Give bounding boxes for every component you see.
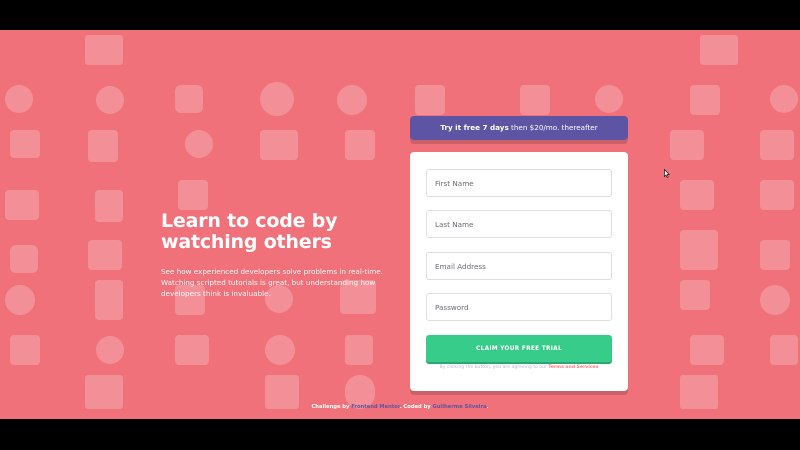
email-field[interactable] — [426, 252, 612, 280]
author-link[interactable]: Guilherme Silveira — [432, 404, 486, 410]
footer-attribution: Challenge by Frontend Mentor. Coded by G… — [0, 404, 800, 410]
claim-trial-button[interactable]: CLAIM YOUR FREE TRIAL — [426, 335, 612, 362]
hero-title: Learn to code by watching others — [161, 210, 338, 253]
footer-middle: . Coded by — [399, 404, 433, 410]
cursor-icon — [664, 169, 670, 178]
hero-section: Learn to code by watching others See how… — [161, 211, 391, 299]
frontend-mentor-link[interactable]: Frontend Mentor — [351, 404, 399, 410]
hero-description: See how experienced developers solve pro… — [161, 267, 383, 298]
background-pattern-icon — [5, 35, 798, 409]
signup-card: CLAIM YOUR FREE TRIAL By clicking the bu… — [410, 152, 628, 391]
terms-note: By clicking the button, you are agreeing… — [410, 365, 628, 370]
footer-suffix: . — [486, 404, 489, 410]
password-field[interactable] — [426, 293, 612, 321]
first-name-field[interactable] — [426, 169, 612, 197]
page-background: Learn to code by watching others See how… — [0, 30, 800, 419]
terms-prefix: By clicking the button, you are agreeing… — [439, 365, 549, 370]
promo-banner: Try it free 7 days then $20/mo. thereaft… — [410, 116, 628, 140]
terms-link[interactable]: Terms and Services — [548, 365, 598, 370]
promo-bold-text: Try it free 7 days — [440, 123, 509, 132]
promo-rest-text: then $20/mo. thereafter — [508, 123, 598, 132]
last-name-field[interactable] — [426, 210, 612, 238]
footer-prefix: Challenge by — [311, 404, 352, 410]
